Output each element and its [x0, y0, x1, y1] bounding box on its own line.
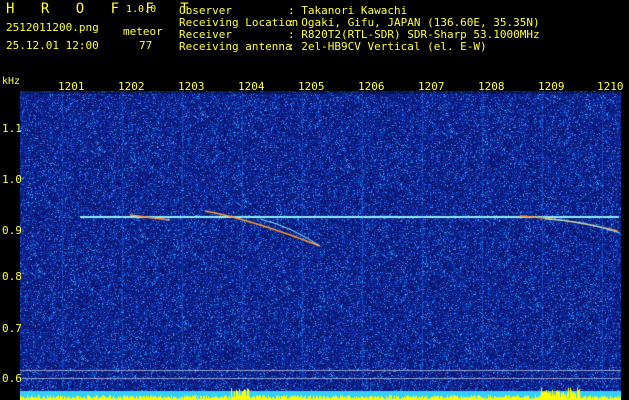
antenna-label: Receiving antenna: [179, 40, 292, 53]
antenna-value: : 2el-HB9CV Vertical (el. E-W): [288, 40, 487, 53]
x-tick-1204: 1204: [238, 80, 265, 93]
version-label: 1.0.0: [126, 4, 157, 15]
spectrogram-waterfall[interactable]: [20, 91, 621, 400]
y-tick-0-9: 0.9: [2, 224, 22, 237]
x-tick-1201: 1201: [58, 80, 85, 93]
x-tick-1205: 1205: [298, 80, 325, 93]
filename-label: 2512011200.png: [6, 21, 99, 34]
y-tick-0-8: 0.8: [2, 270, 22, 283]
app-title: H R O F F T: [6, 1, 198, 17]
meteor-label: meteor: [123, 25, 163, 38]
x-tick-1209: 1209: [538, 80, 565, 93]
hrofft-window: H R O F F T 1.0.0 2512011200.png meteor …: [0, 0, 629, 400]
datetime-label: 25.12.01 12:00: [6, 39, 99, 52]
x-tick-1208: 1208: [478, 80, 505, 93]
x-tick-1203: 1203: [178, 80, 205, 93]
meteor-count: 77: [139, 39, 153, 52]
x-tick-1202: 1202: [118, 80, 145, 93]
y-axis-unit: kHz: [2, 76, 21, 87]
y-tick-0-7: 0.7: [2, 322, 22, 335]
y-tick-1-0: 1.0: [2, 173, 22, 186]
x-tick-1210: 1210: [597, 80, 624, 93]
x-tick-1207: 1207: [418, 80, 445, 93]
y-tick-1-1: 1.1: [2, 122, 22, 135]
y-tick-0-6: 0.6: [2, 372, 22, 385]
x-tick-1206: 1206: [358, 80, 385, 93]
